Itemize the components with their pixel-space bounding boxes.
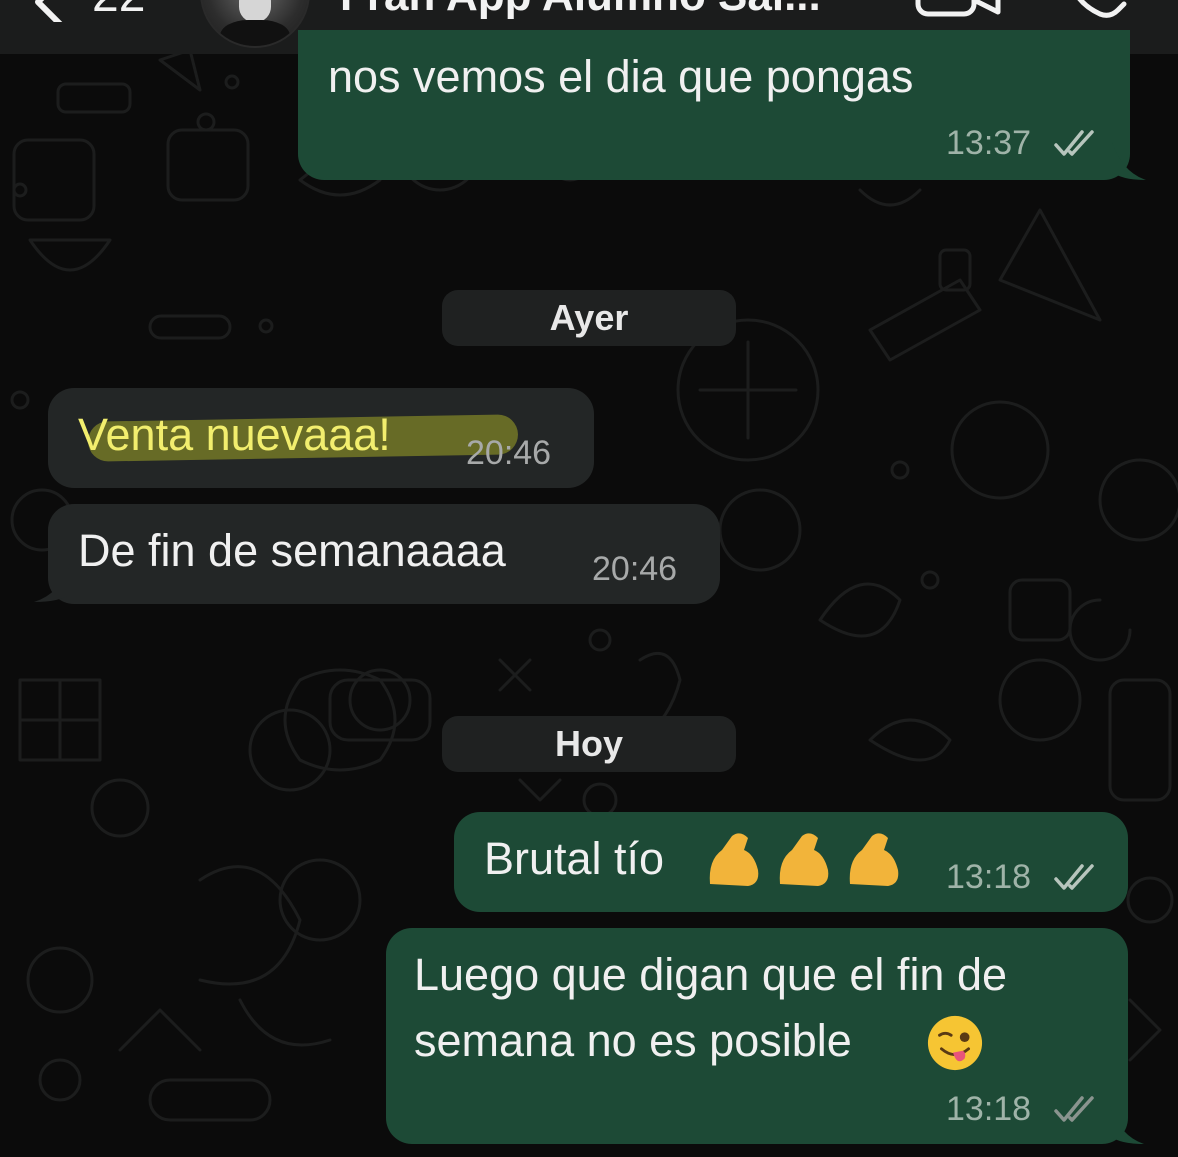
date-separator-yesterday: Ayer <box>442 290 736 346</box>
unread-count[interactable]: 22 <box>92 0 145 26</box>
date-label: Ayer <box>549 297 629 338</box>
winking-face-emoji <box>927 1015 983 1071</box>
date-separator-today: Hoy <box>442 716 736 772</box>
video-call-icon[interactable] <box>912 0 1004 20</box>
bubble-tail <box>1110 1106 1144 1144</box>
delivered-ticks-icon <box>1054 1096 1094 1122</box>
message-time: 13:37 <box>946 124 1032 162</box>
message-time: 20:46 <box>592 550 678 588</box>
chat-screen: 22 Fran App Alumno Sal... nos vemos el d… <box>0 0 1178 1157</box>
message-time: 13:18 <box>946 858 1032 896</box>
back-arrow-icon[interactable] <box>28 0 68 22</box>
message-text: Venta nuevaaa! <box>78 409 391 460</box>
message-text-line-2: semana no es posible <box>414 1015 852 1066</box>
bubble-tail <box>34 564 70 602</box>
bubble-tail <box>1112 142 1146 180</box>
message-bubble-outgoing[interactable]: Brutal tío 13:18 <box>454 812 1128 912</box>
message-text: De fin de semanaaaa <box>78 525 506 576</box>
message-bubble-incoming[interactable]: Venta nuevaaa! 20:46 <box>48 388 594 488</box>
message-bubble-outgoing[interactable]: nos vemos el dia que pongas 13:37 <box>298 30 1130 180</box>
contact-avatar[interactable] <box>200 0 310 48</box>
message-bubble-incoming[interactable]: De fin de semanaaaa 20:46 <box>48 504 720 604</box>
flexed-biceps-emoji <box>709 833 899 886</box>
message-time: 20:46 <box>466 434 552 472</box>
date-label: Hoy <box>554 723 623 764</box>
chat-title[interactable]: Fran App Alumno Sal... <box>340 0 821 26</box>
message-text: Brutal tío <box>484 833 665 884</box>
message-text-line-1: Luego que digan que el fin de <box>414 949 1008 1000</box>
message-text: nos vemos el dia que pongas <box>328 51 914 102</box>
read-ticks-icon <box>1054 864 1094 890</box>
message-time: 13:18 <box>946 1090 1032 1128</box>
message-bubble-outgoing[interactable]: Luego que digan que el fin de semana no … <box>386 928 1128 1144</box>
read-ticks-icon <box>1054 130 1094 156</box>
phone-call-icon[interactable] <box>1060 0 1130 20</box>
